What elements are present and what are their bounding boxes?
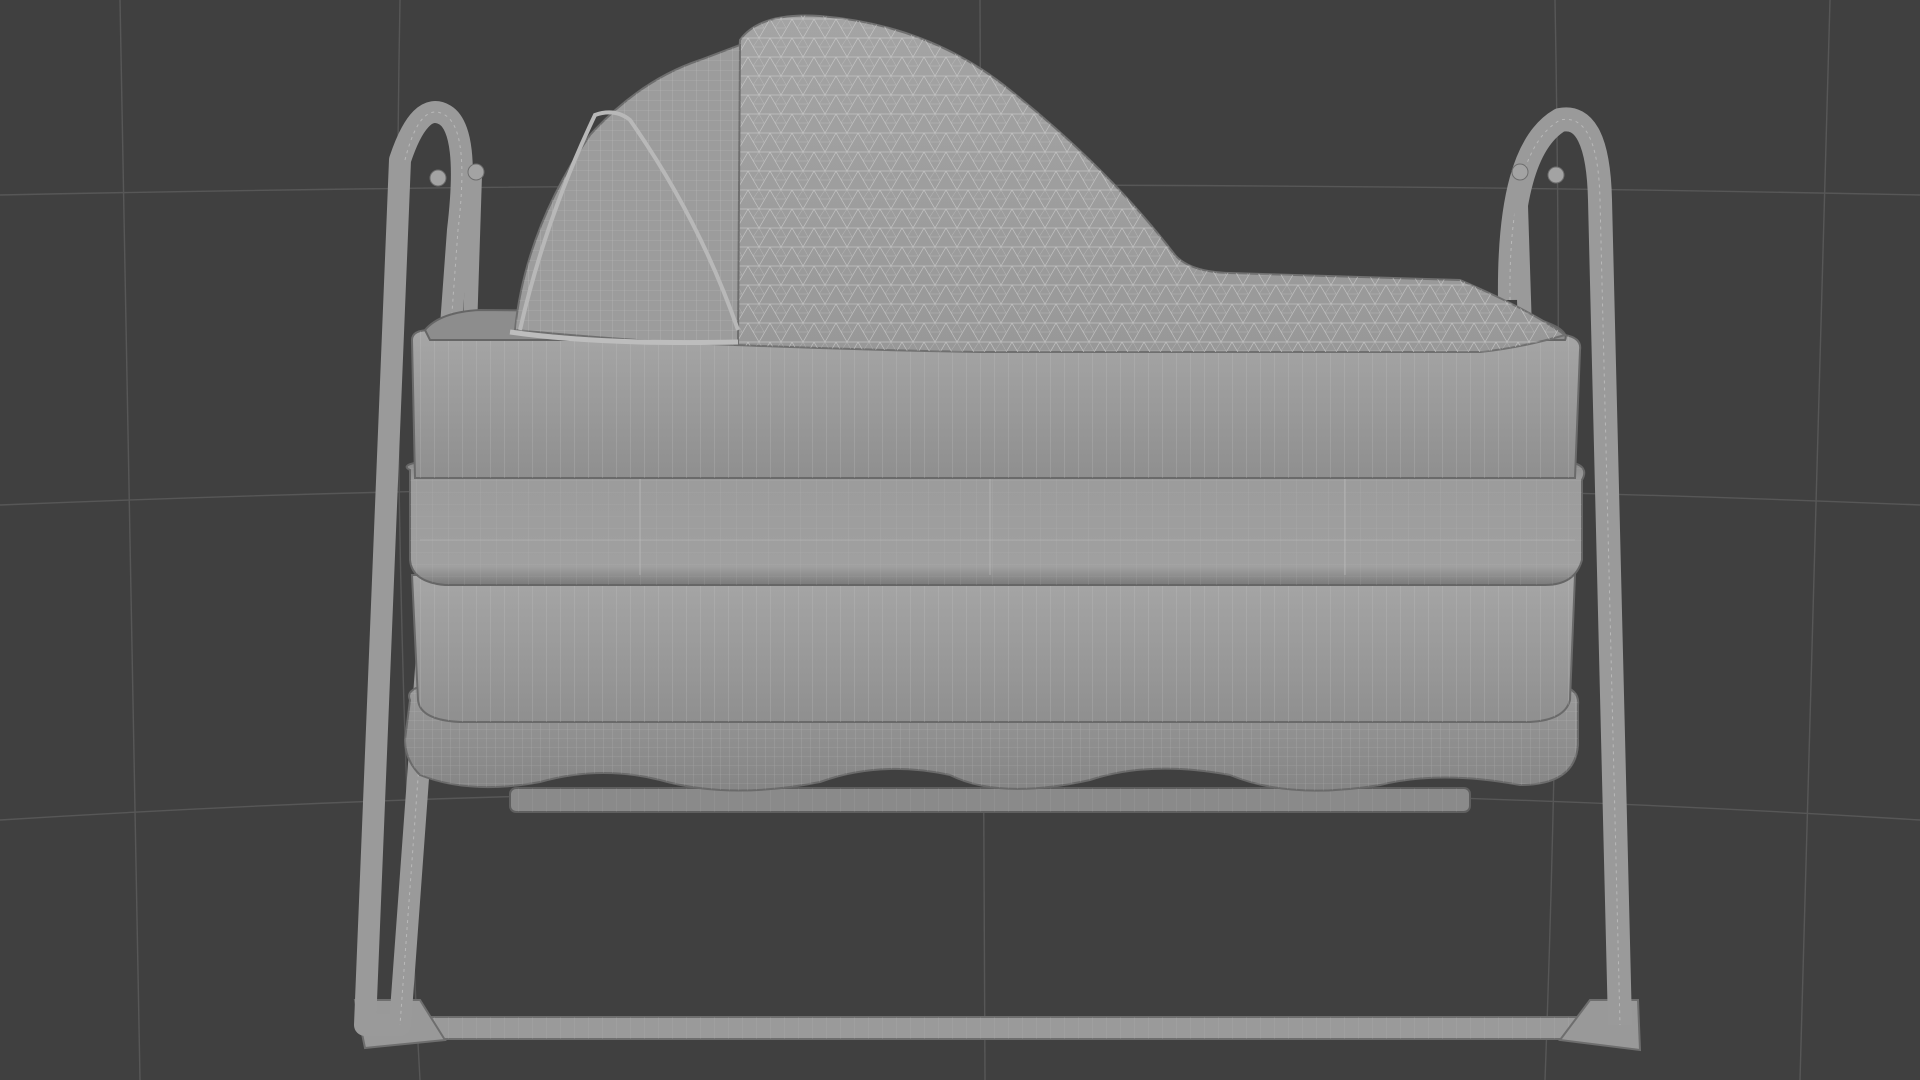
bassinet-padded-band (405, 461, 1586, 586)
bassinet-lower-body (410, 574, 1577, 723)
blanket (732, 14, 1568, 353)
3d-viewport[interactable] (0, 0, 1920, 1080)
frame-base (353, 999, 1642, 1052)
bassinet-rail (509, 787, 1471, 813)
render-scene (0, 0, 1920, 1080)
canopy-hood (509, 43, 742, 347)
